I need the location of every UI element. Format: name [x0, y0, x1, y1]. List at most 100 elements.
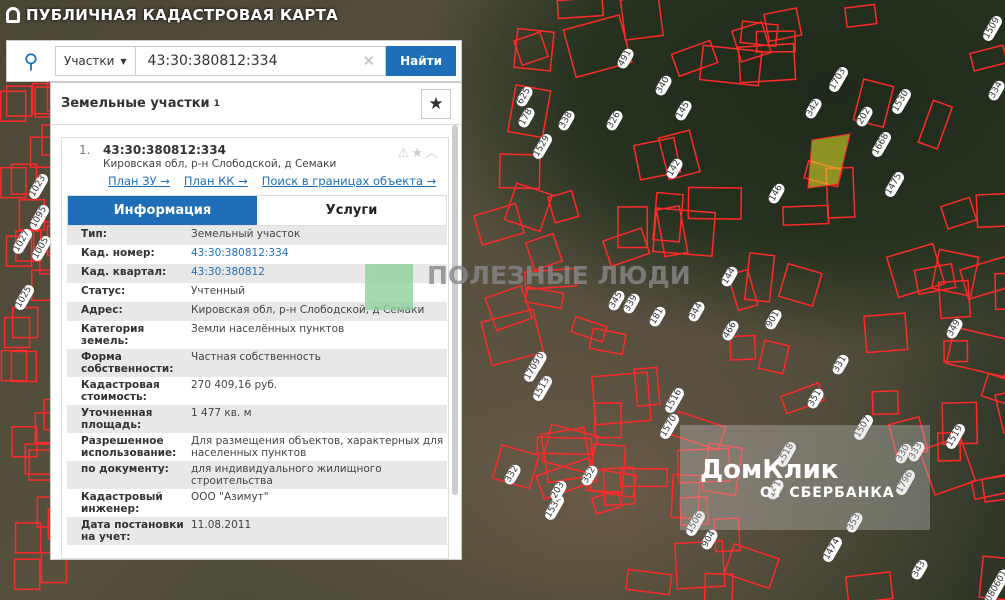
info-row: Разрешенное использование: Для размещения…	[67, 433, 447, 461]
parcel	[0, 166, 27, 199]
info-value: Для размещения объектов, характерных для…	[191, 435, 444, 459]
parcel	[556, 0, 605, 20]
info-label: Категория земель:	[81, 323, 145, 347]
parcel	[624, 568, 673, 596]
search-bar: ⚲ Участки ▼ 43:30:380812:334 ✕ Найти	[6, 40, 462, 82]
scrollbar[interactable]	[452, 125, 458, 495]
parcel	[11, 426, 38, 458]
parcel	[512, 31, 550, 67]
info-value: для индивидуального жилищного строительс…	[191, 463, 382, 487]
parcel	[739, 20, 779, 48]
link-search-in-bounds[interactable]: Поиск в границах объекта →	[262, 174, 437, 188]
parcel	[994, 388, 1005, 434]
parcel	[930, 248, 980, 298]
info-row: Категория земель: Земли населённых пункто…	[67, 321, 447, 349]
parcel	[863, 312, 909, 354]
link-plan-kk[interactable]: План КК →	[184, 174, 248, 188]
info-row: Уточненная площадь: 1 477 кв. м	[67, 405, 447, 433]
info-label: Тип:	[81, 228, 107, 240]
info-label: Статус:	[81, 285, 126, 297]
parcel	[498, 153, 541, 190]
info-value: Земли населённых пунктов	[191, 323, 345, 335]
parcel	[590, 489, 624, 515]
info-label: по документу:	[81, 463, 169, 475]
warning-icon[interactable]: ⚠	[398, 146, 412, 161]
parcel	[729, 334, 757, 361]
parcel	[937, 279, 972, 320]
parcel	[843, 3, 878, 29]
info-label: Уточненная площадь:	[81, 407, 153, 431]
info-label: Разрешенное использование:	[81, 435, 177, 459]
parcel	[871, 390, 900, 416]
parcel	[13, 558, 41, 591]
parcel	[959, 253, 1005, 301]
parcel	[10, 350, 38, 383]
parcel	[0, 349, 28, 382]
star-icon: ★	[428, 94, 444, 114]
info-row: по документу: для индивидуального жилищно…	[67, 461, 447, 489]
collapse-icon[interactable]: ︿	[425, 146, 440, 161]
tab-services[interactable]: Услуги	[257, 196, 446, 225]
info-value: ООО "Азимут"	[191, 491, 269, 503]
logo-icon	[6, 7, 20, 23]
parcel	[11, 306, 39, 339]
info-label: Кадастровая стоимость:	[81, 379, 160, 403]
parcel	[503, 182, 554, 233]
clear-icon[interactable]: ✕	[363, 52, 376, 70]
parcel	[730, 20, 773, 63]
result-index: 1.	[79, 143, 91, 157]
info-value: Частная собственность	[191, 351, 321, 363]
result-count: 1	[213, 98, 220, 109]
info-value: 1 477 кв. м	[191, 407, 252, 419]
watermark-domclick: ДомКлик ОТ СБЕРБАНКА	[680, 425, 930, 530]
favorites-button[interactable]: ★	[421, 89, 451, 119]
info-label: Адрес:	[81, 304, 123, 316]
result-cad-number[interactable]: 43:30:380812:334	[103, 143, 226, 157]
info-label: Кад. номер:	[81, 247, 155, 259]
results-panel: Земельные участки 1 ★ 1. 43:30:380812:334…	[50, 82, 462, 560]
parcel	[980, 372, 1005, 407]
parcel	[655, 204, 689, 258]
panel-title: Земельные участки	[61, 96, 210, 111]
result-card: 1. 43:30:380812:334 Кировская обл, р-н С…	[61, 137, 449, 559]
parcel	[3, 316, 31, 349]
info-row: Дата постановки на учет: 11.08.2011	[67, 517, 447, 545]
parcel	[757, 339, 791, 375]
parcel	[620, 467, 668, 488]
parcel	[917, 99, 954, 150]
parcel	[588, 327, 627, 356]
parcel	[593, 402, 622, 439]
parcel	[619, 0, 665, 41]
search-input[interactable]: 43:30:380812:334 ✕	[135, 46, 387, 76]
info-value: 270 409,16 руб.	[191, 379, 278, 391]
info-value[interactable]: 43:30:380812:334	[191, 247, 447, 262]
info-label: Дата постановки на учет:	[81, 519, 184, 543]
info-value: Земельный участок	[191, 228, 301, 240]
star-icon[interactable]: ★	[411, 146, 425, 161]
find-button[interactable]: Найти	[386, 46, 456, 76]
parcel	[547, 189, 580, 224]
parcel	[777, 262, 823, 308]
info-row: Кадастровый инженер: ООО "Азимут"	[67, 489, 447, 517]
parcel	[939, 196, 978, 231]
search-icon[interactable]: ⚲	[7, 49, 55, 73]
selected-parcel	[807, 133, 851, 189]
info-value: 11.08.2011	[191, 519, 252, 531]
parcel	[975, 192, 1005, 229]
info-row: Кадастровая стоимость: 270 409,16 руб.	[67, 377, 447, 405]
parcel	[782, 204, 830, 227]
info-label: Кад. квартал:	[81, 266, 167, 278]
watermark-poleznye-lyudi: ПОЛЕЗНЫЕ ЛЮДИ	[365, 263, 691, 310]
info-label: Кадастровый инженер:	[81, 491, 163, 515]
caret-down-icon: ▼	[120, 56, 127, 66]
info-row: Кад. номер: 43:30:380812:334	[67, 245, 447, 264]
parcel	[617, 206, 649, 249]
link-plan-zu[interactable]: План ЗУ →	[108, 174, 170, 188]
parcel	[673, 539, 726, 590]
info-row: Форма собственности: Частная собственност…	[67, 349, 447, 377]
search-type-select[interactable]: Участки ▼	[55, 46, 136, 76]
app-title[interactable]: ПУБЛИЧНАЯ КАДАСТРОВАЯ КАРТА	[6, 6, 338, 24]
parcel	[844, 571, 894, 600]
result-address: Кировская обл, р-н Слободской, д Семаки	[103, 158, 337, 170]
tab-info[interactable]: Информация	[68, 196, 257, 225]
